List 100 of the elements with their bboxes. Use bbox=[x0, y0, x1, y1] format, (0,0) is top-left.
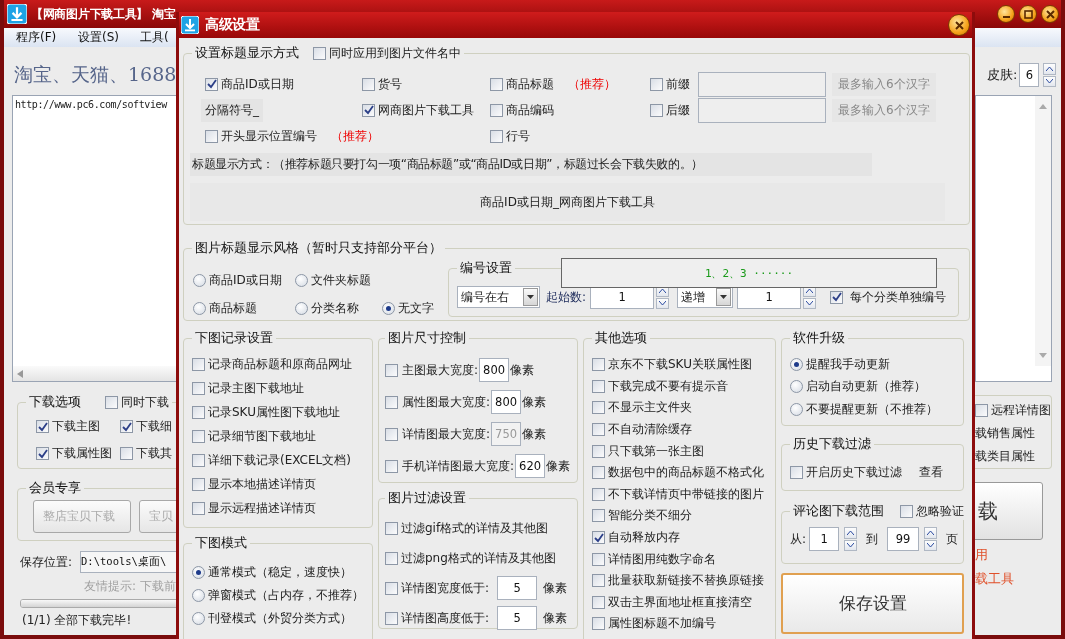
checkbox-label: 商品编码 bbox=[506, 101, 554, 119]
spin-buttons[interactable] bbox=[656, 285, 670, 309]
radio-button[interactable] bbox=[192, 589, 205, 602]
checkbox[interactable] bbox=[790, 465, 803, 479]
checkbox[interactable] bbox=[592, 358, 605, 372]
checkbox[interactable] bbox=[592, 531, 605, 545]
minimize-icon bbox=[1002, 16, 1010, 18]
checkbox[interactable] bbox=[592, 401, 605, 415]
radio-button[interactable] bbox=[193, 273, 206, 287]
window-title: 【网商图片下载工具】 淘宝 bbox=[31, 5, 176, 23]
radio-button[interactable] bbox=[790, 357, 803, 371]
checkbox[interactable] bbox=[592, 617, 605, 631]
checkbox[interactable] bbox=[385, 363, 398, 377]
checkbox-label: 属性图标题不加编号 bbox=[608, 615, 716, 633]
checkbox[interactable] bbox=[975, 404, 988, 418]
checkbox-label: 下载属性图 bbox=[52, 445, 112, 462]
checkbox[interactable] bbox=[385, 551, 398, 565]
checkbox[interactable] bbox=[830, 290, 844, 304]
checkbox[interactable] bbox=[192, 453, 205, 467]
radio-button[interactable] bbox=[790, 380, 803, 394]
radio-button[interactable] bbox=[193, 301, 206, 315]
number-field[interactable]: 1 bbox=[590, 285, 655, 309]
scrollbar[interactable] bbox=[1035, 96, 1051, 366]
menu-item[interactable]: 程序(F) bbox=[4, 29, 66, 46]
checkbox[interactable] bbox=[362, 77, 375, 91]
number-field[interactable]: 99 bbox=[887, 527, 920, 551]
radio-button[interactable] bbox=[192, 612, 205, 625]
checkbox[interactable] bbox=[192, 381, 205, 395]
skin-field[interactable]: 6 bbox=[1019, 63, 1040, 87]
checkbox[interactable] bbox=[385, 521, 398, 535]
checkbox[interactable] bbox=[490, 103, 503, 117]
checkbox[interactable] bbox=[592, 466, 605, 480]
checkbox[interactable] bbox=[592, 444, 605, 458]
caret-icon bbox=[523, 288, 538, 306]
checkbox[interactable] bbox=[592, 487, 605, 501]
close-button[interactable] bbox=[948, 14, 970, 36]
checkbox[interactable] bbox=[362, 103, 375, 117]
field-label: 从: bbox=[790, 530, 807, 548]
checkbox[interactable] bbox=[900, 504, 913, 518]
checkbox-label: 行号 bbox=[506, 127, 530, 145]
maximize-button[interactable] bbox=[1019, 5, 1037, 23]
text-area[interactable] bbox=[975, 95, 1052, 382]
group-title: 其他选项 bbox=[595, 329, 647, 347]
spin-buttons[interactable] bbox=[803, 285, 817, 309]
save-settings-button[interactable]: 保存设置 bbox=[781, 573, 964, 634]
checkbox[interactable] bbox=[650, 77, 663, 91]
close-button[interactable] bbox=[1041, 5, 1059, 23]
checkbox-label: 自动释放内存 bbox=[608, 529, 680, 547]
number-field[interactable]: 800 bbox=[491, 390, 522, 414]
checkbox[interactable] bbox=[592, 423, 605, 437]
checkbox-label: 数据包中的商品标题不格式化 bbox=[608, 464, 764, 482]
checkbox[interactable] bbox=[385, 611, 398, 625]
radio-button[interactable] bbox=[382, 301, 395, 315]
radio-label: 通常模式（稳定，速度快） bbox=[208, 564, 352, 581]
menu-item[interactable]: 设置(S) bbox=[66, 29, 128, 46]
checkbox[interactable] bbox=[36, 420, 49, 433]
checkbox[interactable] bbox=[192, 429, 205, 443]
radio-button[interactable] bbox=[295, 301, 308, 315]
checkbox[interactable] bbox=[192, 357, 205, 371]
checkbox[interactable] bbox=[490, 77, 503, 91]
number-field[interactable]: 1 bbox=[809, 527, 840, 551]
dropdown[interactable]: 编号在右 bbox=[457, 286, 540, 308]
number-field[interactable]: 800 bbox=[479, 358, 510, 382]
view-link[interactable]: 查看 bbox=[919, 463, 943, 481]
radio-button[interactable] bbox=[790, 402, 803, 416]
checkbox[interactable] bbox=[385, 459, 398, 473]
dropdown[interactable]: 递增 bbox=[677, 286, 734, 308]
checkbox[interactable] bbox=[592, 574, 605, 588]
checkbox[interactable] bbox=[385, 395, 398, 409]
minimize-button[interactable] bbox=[997, 5, 1015, 23]
spin-buttons[interactable] bbox=[1043, 63, 1057, 87]
checkbox-label: 显示本地描述详情页 bbox=[208, 475, 316, 493]
radio-button[interactable] bbox=[295, 273, 308, 287]
number-field[interactable]: 1 bbox=[737, 285, 802, 309]
text-field[interactable] bbox=[698, 97, 826, 123]
text-field[interactable] bbox=[698, 71, 826, 97]
checkbox[interactable] bbox=[592, 595, 605, 609]
checkbox[interactable] bbox=[385, 581, 398, 595]
spin-buttons[interactable] bbox=[844, 527, 858, 551]
checkbox[interactable] bbox=[592, 509, 605, 523]
checkbox[interactable] bbox=[592, 379, 605, 393]
checkbox[interactable] bbox=[650, 103, 663, 117]
checkbox[interactable] bbox=[192, 477, 205, 491]
checkbox[interactable] bbox=[592, 552, 605, 566]
download-icon bbox=[181, 16, 199, 34]
checkbox[interactable] bbox=[120, 420, 133, 433]
radio-button[interactable] bbox=[192, 566, 205, 579]
checkbox[interactable] bbox=[313, 46, 326, 60]
number-field[interactable]: 5 bbox=[497, 576, 538, 600]
checkbox[interactable] bbox=[192, 501, 205, 515]
checkbox[interactable] bbox=[36, 447, 49, 460]
checkbox[interactable] bbox=[205, 77, 218, 91]
checkbox[interactable] bbox=[105, 395, 118, 409]
number-field[interactable]: 620 bbox=[515, 454, 546, 478]
number-field[interactable]: 5 bbox=[497, 606, 538, 630]
checkbox[interactable] bbox=[490, 129, 503, 143]
spin-buttons[interactable] bbox=[924, 527, 938, 551]
checkbox[interactable] bbox=[120, 447, 133, 460]
checkbox[interactable] bbox=[205, 129, 218, 143]
checkbox[interactable] bbox=[192, 405, 205, 419]
